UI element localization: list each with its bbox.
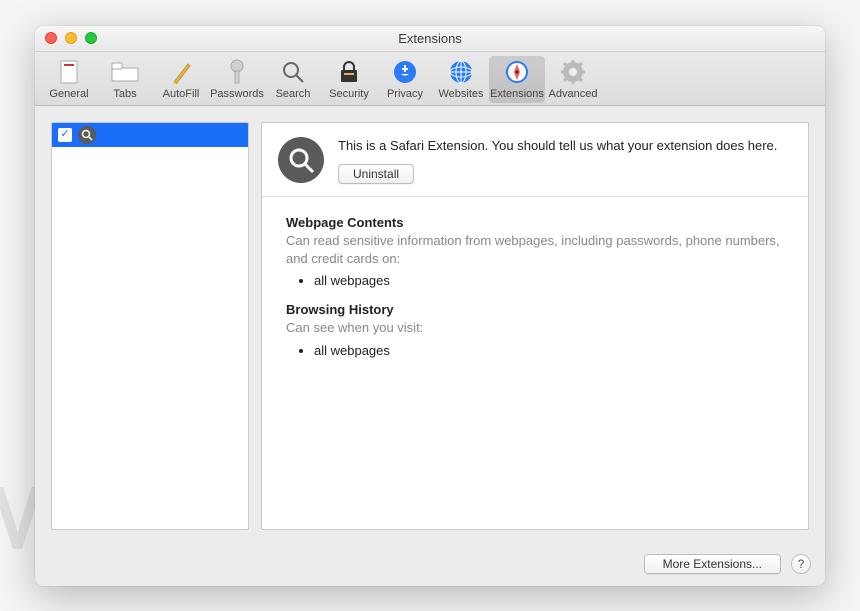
detail-header-text: This is a Safari Extension. You should t… [338, 137, 792, 185]
tab-label: Extensions [489, 88, 545, 100]
permissions-area: Webpage Contents Can read sensitive info… [262, 197, 808, 390]
permission-list: all webpages [314, 273, 784, 288]
extensions-sidebar: ✓ [51, 122, 249, 530]
permission-list-item: all webpages [314, 343, 784, 358]
tab-advanced[interactable]: Advanced [545, 56, 601, 103]
extension-list-item[interactable]: ✓ [52, 123, 248, 147]
compass-icon [489, 58, 545, 86]
tab-label: AutoFill [153, 88, 209, 100]
tab-passwords[interactable]: Passwords [209, 56, 265, 103]
privacy-icon [377, 58, 433, 86]
close-window-button[interactable] [45, 32, 57, 44]
permission-title: Browsing History [286, 302, 784, 317]
titlebar: Extensions [35, 26, 825, 52]
magnifier-icon [278, 137, 324, 183]
key-icon [209, 58, 265, 86]
preferences-window: Extensions General Tabs AutoFill Passw [35, 26, 825, 586]
tabs-icon [97, 58, 153, 86]
magnifier-icon [78, 126, 96, 144]
tab-label: Advanced [545, 88, 601, 100]
search-icon [265, 58, 321, 86]
tab-general[interactable]: General [41, 56, 97, 103]
content-area: ✓ This is a Safari Extension. You should… [35, 106, 825, 546]
extension-description: This is a Safari Extension. You should t… [338, 137, 792, 155]
tab-label: Websites [433, 88, 489, 100]
traffic-lights [45, 32, 97, 44]
minimize-window-button[interactable] [65, 32, 77, 44]
window-footer: More Extensions... ? [35, 546, 825, 586]
zoom-window-button[interactable] [85, 32, 97, 44]
tab-autofill[interactable]: AutoFill [153, 56, 209, 103]
tab-label: Tabs [97, 88, 153, 100]
tab-extensions[interactable]: Extensions [489, 56, 545, 103]
autofill-icon [153, 58, 209, 86]
permission-list: all webpages [314, 343, 784, 358]
detail-header: This is a Safari Extension. You should t… [262, 123, 808, 198]
permission-description: Can read sensitive information from webp… [286, 232, 784, 267]
tab-security[interactable]: Security [321, 56, 377, 103]
extension-detail-panel: This is a Safari Extension. You should t… [261, 122, 809, 530]
tab-label: Privacy [377, 88, 433, 100]
tab-label: Security [321, 88, 377, 100]
permission-description: Can see when you visit: [286, 319, 784, 337]
more-extensions-button[interactable]: More Extensions... [644, 554, 781, 574]
uninstall-button[interactable]: Uninstall [338, 164, 414, 184]
preferences-toolbar: General Tabs AutoFill Passwords Search [35, 52, 825, 106]
permission-title: Webpage Contents [286, 215, 784, 230]
tab-search[interactable]: Search [265, 56, 321, 103]
tab-tabs[interactable]: Tabs [97, 56, 153, 103]
help-button[interactable]: ? [791, 554, 811, 574]
tab-label: Search [265, 88, 321, 100]
tab-label: General [41, 88, 97, 100]
tab-privacy[interactable]: Privacy [377, 56, 433, 103]
permission-list-item: all webpages [314, 273, 784, 288]
gear-icon [545, 58, 601, 86]
general-icon [41, 58, 97, 86]
window-title: Extensions [398, 31, 462, 46]
extension-enable-checkbox[interactable]: ✓ [58, 128, 72, 142]
tab-label: Passwords [209, 88, 265, 100]
globe-icon [433, 58, 489, 86]
lock-icon [321, 58, 377, 86]
tab-websites[interactable]: Websites [433, 56, 489, 103]
